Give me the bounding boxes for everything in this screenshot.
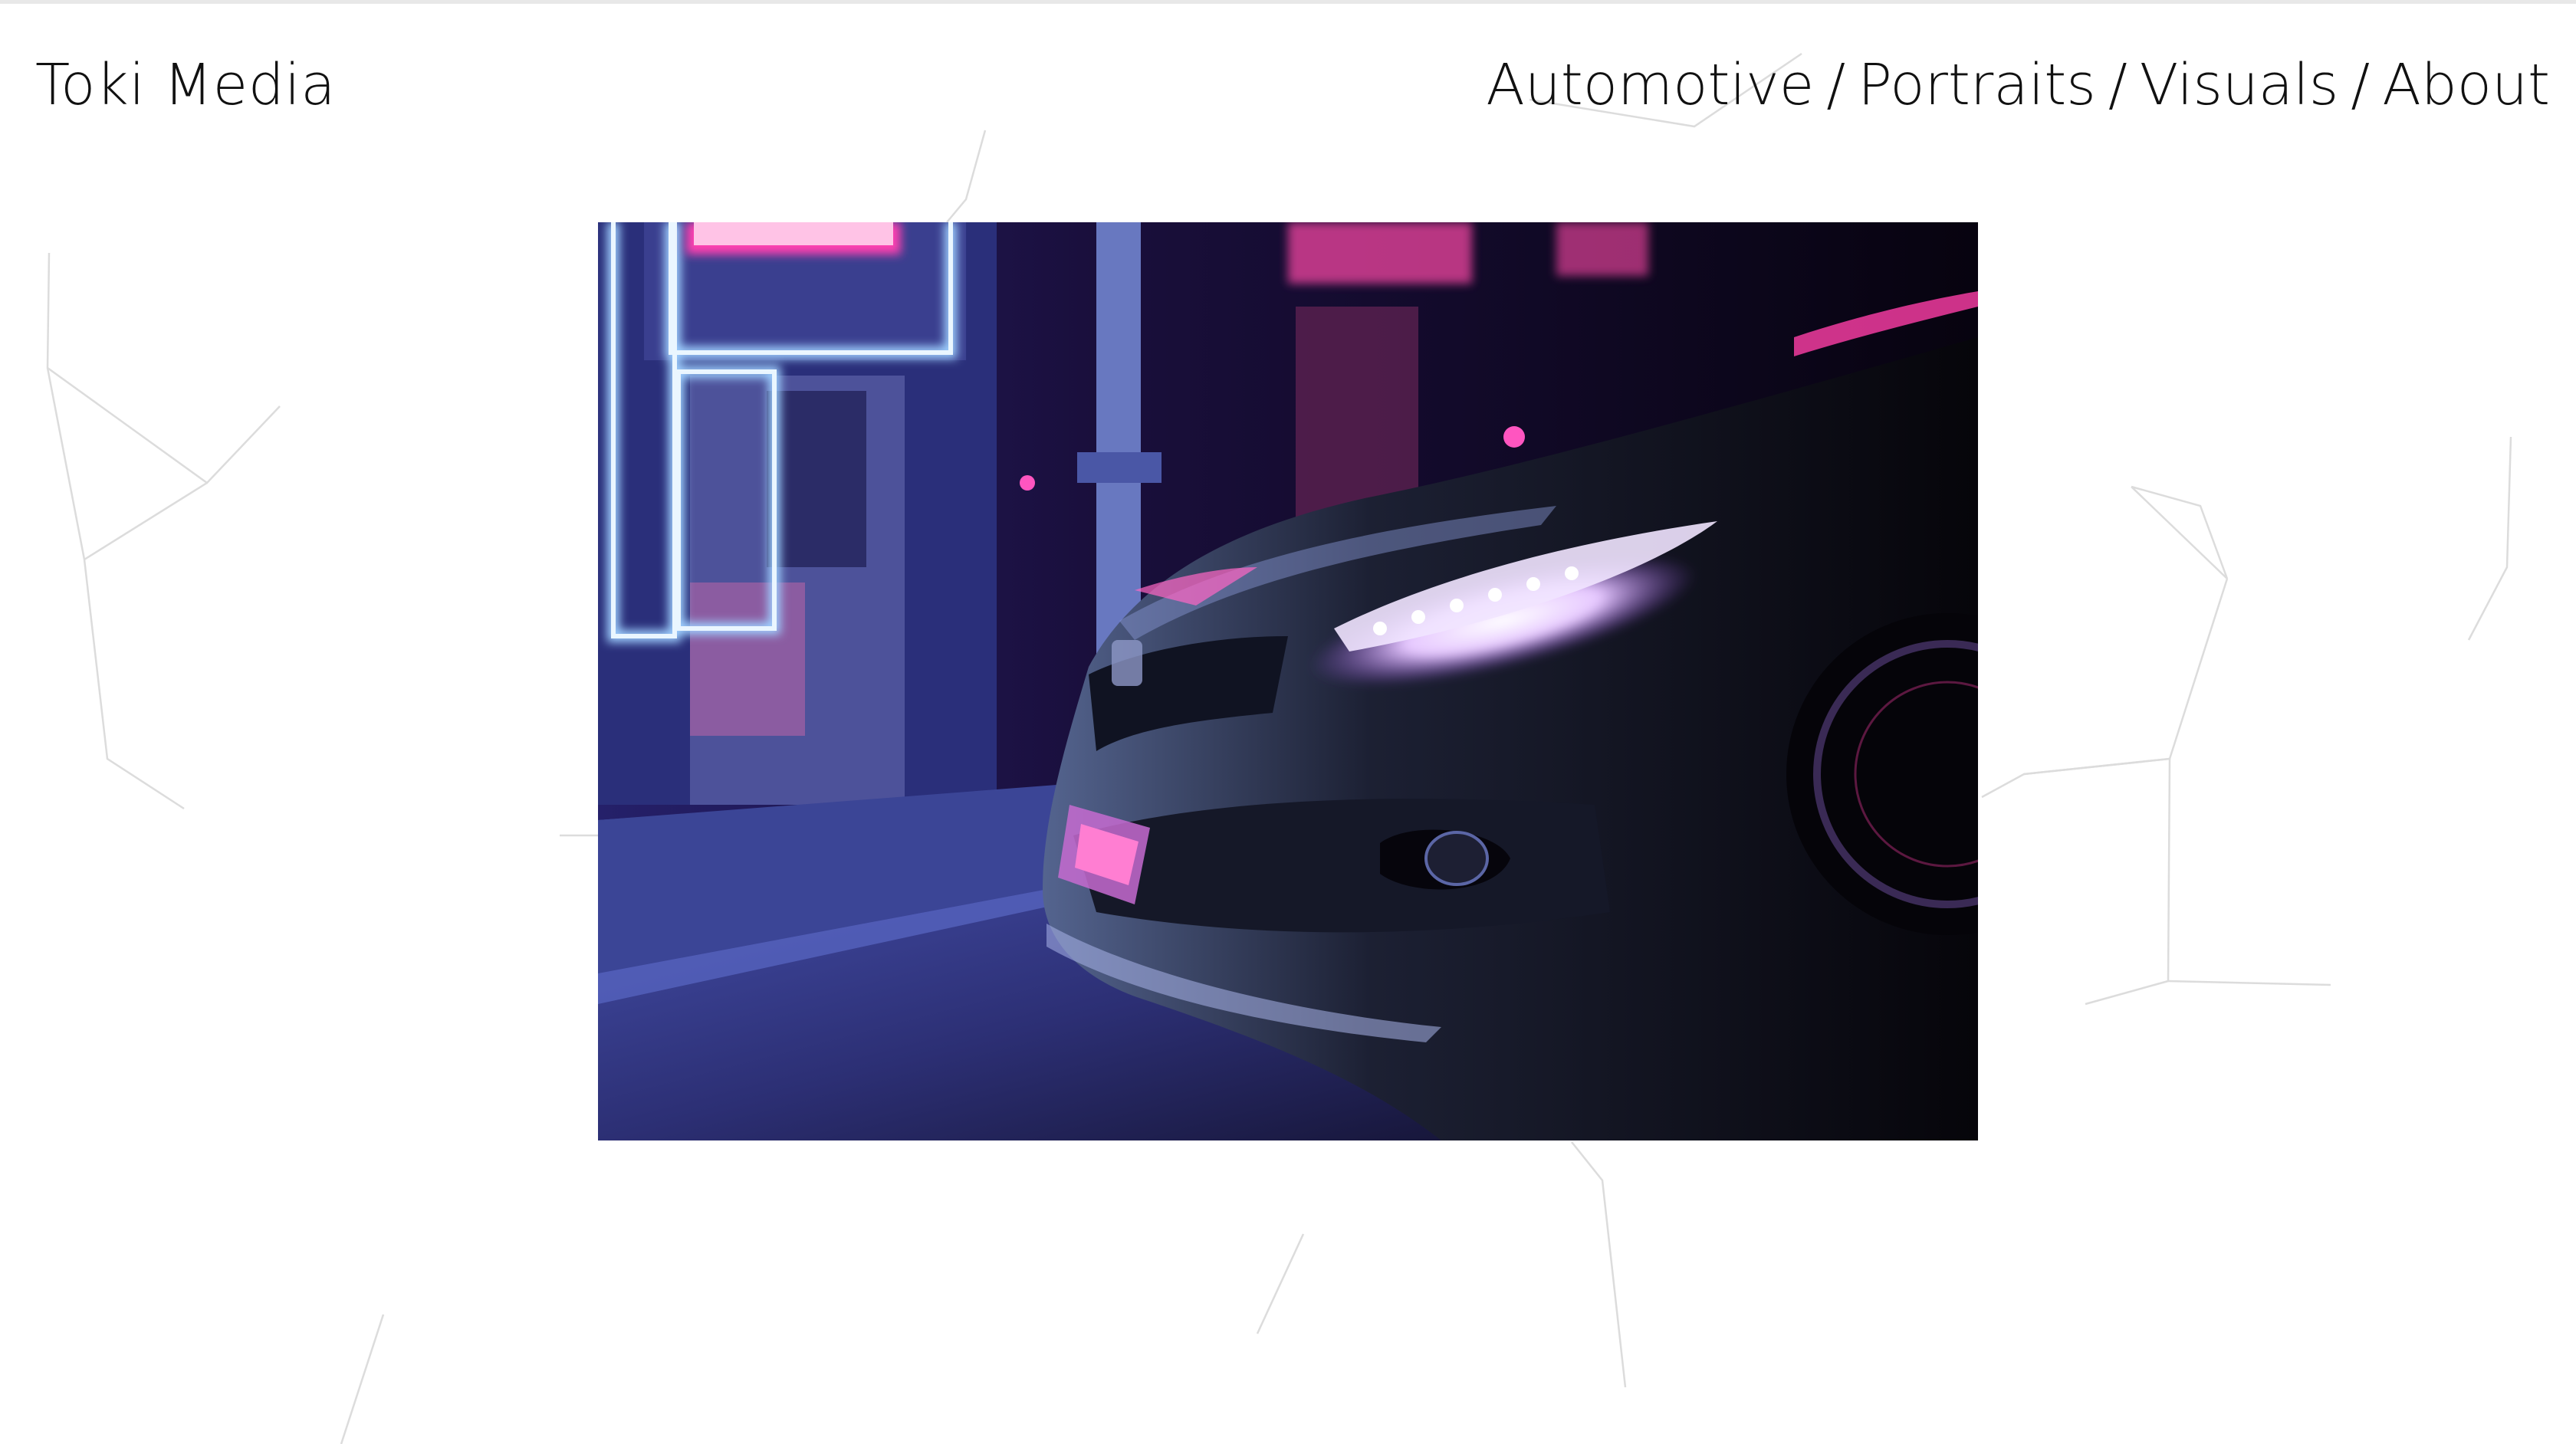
nav-link-visuals[interactable]: Visuals (2140, 52, 2338, 118)
nav-link-about[interactable]: About (2382, 52, 2550, 118)
brand-logo-link[interactable]: Toki Media (35, 52, 336, 118)
nav-link-automotive[interactable]: Automotive (1486, 52, 1814, 118)
nav-separator: / (1826, 52, 1846, 118)
page: Toki Media Automotive / Portraits / Visu… (0, 0, 2576, 1444)
car-photo-illustration (598, 222, 1978, 1140)
main-nav: Automotive / Portraits / Visuals / About (1486, 52, 2550, 118)
nav-link-portraits[interactable]: Portraits (1858, 52, 2096, 118)
nav-separator: / (2351, 52, 2371, 118)
nav-separator: / (2108, 52, 2128, 118)
hero-car-photo[interactable] (598, 222, 1978, 1140)
